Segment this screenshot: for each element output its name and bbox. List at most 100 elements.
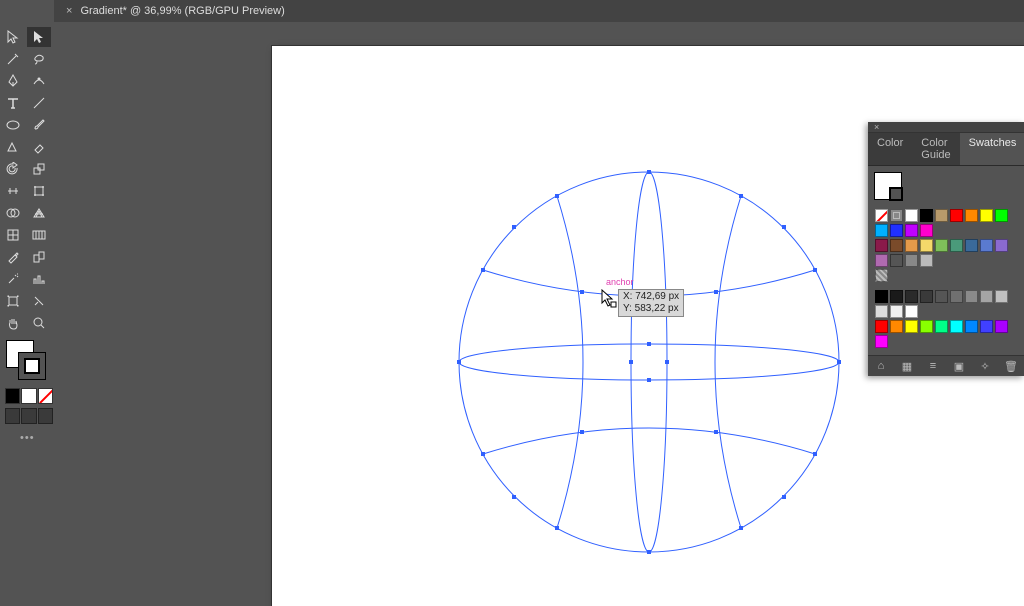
swatch[interactable] [890, 209, 903, 222]
new-swatch-icon[interactable]: ✧ [978, 360, 992, 372]
swatch[interactable] [995, 290, 1008, 303]
swatch[interactable] [995, 320, 1008, 333]
swatch[interactable] [920, 290, 933, 303]
scale-tool[interactable] [27, 159, 51, 179]
shape-builder-tool[interactable] [1, 203, 25, 223]
selection-tool[interactable] [1, 27, 25, 47]
swatch[interactable] [875, 254, 888, 267]
swatch[interactable] [935, 239, 948, 252]
panel-header[interactable]: × [868, 122, 1024, 133]
swatch-libraries-icon[interactable]: ⌂ [874, 360, 888, 372]
swatch[interactable] [980, 209, 993, 222]
swatch[interactable] [890, 320, 903, 333]
swatch[interactable] [890, 290, 903, 303]
draw-inside[interactable] [38, 408, 53, 424]
swatch[interactable] [980, 239, 993, 252]
swatch[interactable] [995, 209, 1008, 222]
swatch[interactable] [905, 305, 918, 318]
swatch[interactable] [905, 290, 918, 303]
swatch[interactable] [920, 209, 933, 222]
swatch[interactable] [935, 209, 948, 222]
swatch[interactable] [890, 254, 903, 267]
show-kinds-icon[interactable]: ▦ [900, 360, 914, 372]
gradient-tool[interactable] [27, 225, 51, 245]
swatch[interactable] [950, 290, 963, 303]
hand-tool[interactable] [1, 313, 25, 333]
panel-close-icon[interactable]: × [874, 122, 879, 132]
swatch[interactable] [890, 239, 903, 252]
slice-tool[interactable] [27, 291, 51, 311]
options-icon[interactable]: ≡ [926, 360, 940, 372]
symbol-sprayer-tool[interactable] [1, 269, 25, 289]
swatch[interactable] [875, 335, 888, 348]
swatch[interactable] [875, 239, 888, 252]
perspective-grid-tool[interactable] [27, 203, 51, 223]
artboard-tool[interactable] [1, 291, 25, 311]
eyedropper-tool[interactable] [1, 247, 25, 267]
swatch[interactable] [950, 320, 963, 333]
ellipse-tool[interactable] [1, 115, 25, 135]
draw-behind[interactable] [21, 408, 36, 424]
swatch[interactable] [965, 239, 978, 252]
stroke-swatch[interactable] [18, 352, 46, 380]
blend-tool[interactable] [27, 247, 51, 267]
line-segment-tool[interactable] [27, 93, 51, 113]
mesh-tool[interactable] [1, 225, 25, 245]
swatch[interactable] [920, 320, 933, 333]
swatch[interactable] [905, 320, 918, 333]
lasso-tool[interactable] [27, 49, 51, 69]
swatch[interactable] [875, 305, 888, 318]
tools-overflow-icon[interactable]: ••• [20, 432, 54, 444]
column-graph-tool[interactable] [27, 269, 51, 289]
eraser-tool[interactable] [27, 137, 51, 157]
zoom-tool[interactable] [27, 313, 51, 333]
direct-selection-tool[interactable] [27, 27, 51, 47]
delete-icon[interactable]: 🗑 [1004, 360, 1018, 372]
swatch[interactable] [935, 290, 948, 303]
swatch[interactable] [875, 269, 888, 282]
swatch[interactable] [965, 209, 978, 222]
swatch[interactable] [875, 290, 888, 303]
swatch[interactable] [920, 254, 933, 267]
magic-wand-tool[interactable] [1, 49, 25, 69]
curvature-tool[interactable] [27, 71, 51, 91]
tab-color[interactable]: Color [868, 133, 912, 165]
document-tab-title[interactable]: Gradient* @ 36,99% (RGB/GPU Preview) [80, 5, 284, 17]
type-tool[interactable] [1, 93, 25, 113]
swatch[interactable] [950, 209, 963, 222]
swatch[interactable] [905, 209, 918, 222]
paintbrush-tool[interactable] [27, 115, 51, 135]
fill-stroke-control[interactable] [6, 340, 46, 380]
swatch[interactable] [995, 239, 1008, 252]
swatch[interactable] [950, 239, 963, 252]
color-mode-solid[interactable] [5, 388, 20, 404]
swatch[interactable] [980, 290, 993, 303]
swatch[interactable] [875, 224, 888, 237]
swatch[interactable] [875, 209, 888, 222]
swatch[interactable] [890, 224, 903, 237]
globe-wireframe-art[interactable] [449, 162, 849, 562]
color-mode-none[interactable] [38, 388, 53, 404]
swatch[interactable] [965, 320, 978, 333]
color-mode-gradient[interactable] [21, 388, 36, 404]
tab-color-guide[interactable]: Color Guide [912, 133, 959, 165]
swatch[interactable] [905, 239, 918, 252]
tab-swatches[interactable]: Swatches [960, 133, 1024, 165]
swatch[interactable] [920, 224, 933, 237]
rotate-tool[interactable] [1, 159, 25, 179]
pen-tool[interactable] [1, 71, 25, 91]
swatch[interactable] [905, 224, 918, 237]
swatch[interactable] [920, 239, 933, 252]
width-tool[interactable] [1, 181, 25, 201]
swatch[interactable] [875, 320, 888, 333]
swatch[interactable] [905, 254, 918, 267]
draw-normal[interactable] [5, 408, 20, 424]
active-fill-stroke-preview[interactable] [874, 172, 902, 200]
swatch[interactable] [965, 290, 978, 303]
tab-close-icon[interactable]: × [66, 5, 72, 17]
swatch[interactable] [980, 320, 993, 333]
swatch[interactable] [935, 320, 948, 333]
free-transform-tool[interactable] [27, 181, 51, 201]
swatch[interactable] [890, 305, 903, 318]
new-group-icon[interactable]: ▣ [952, 360, 966, 372]
